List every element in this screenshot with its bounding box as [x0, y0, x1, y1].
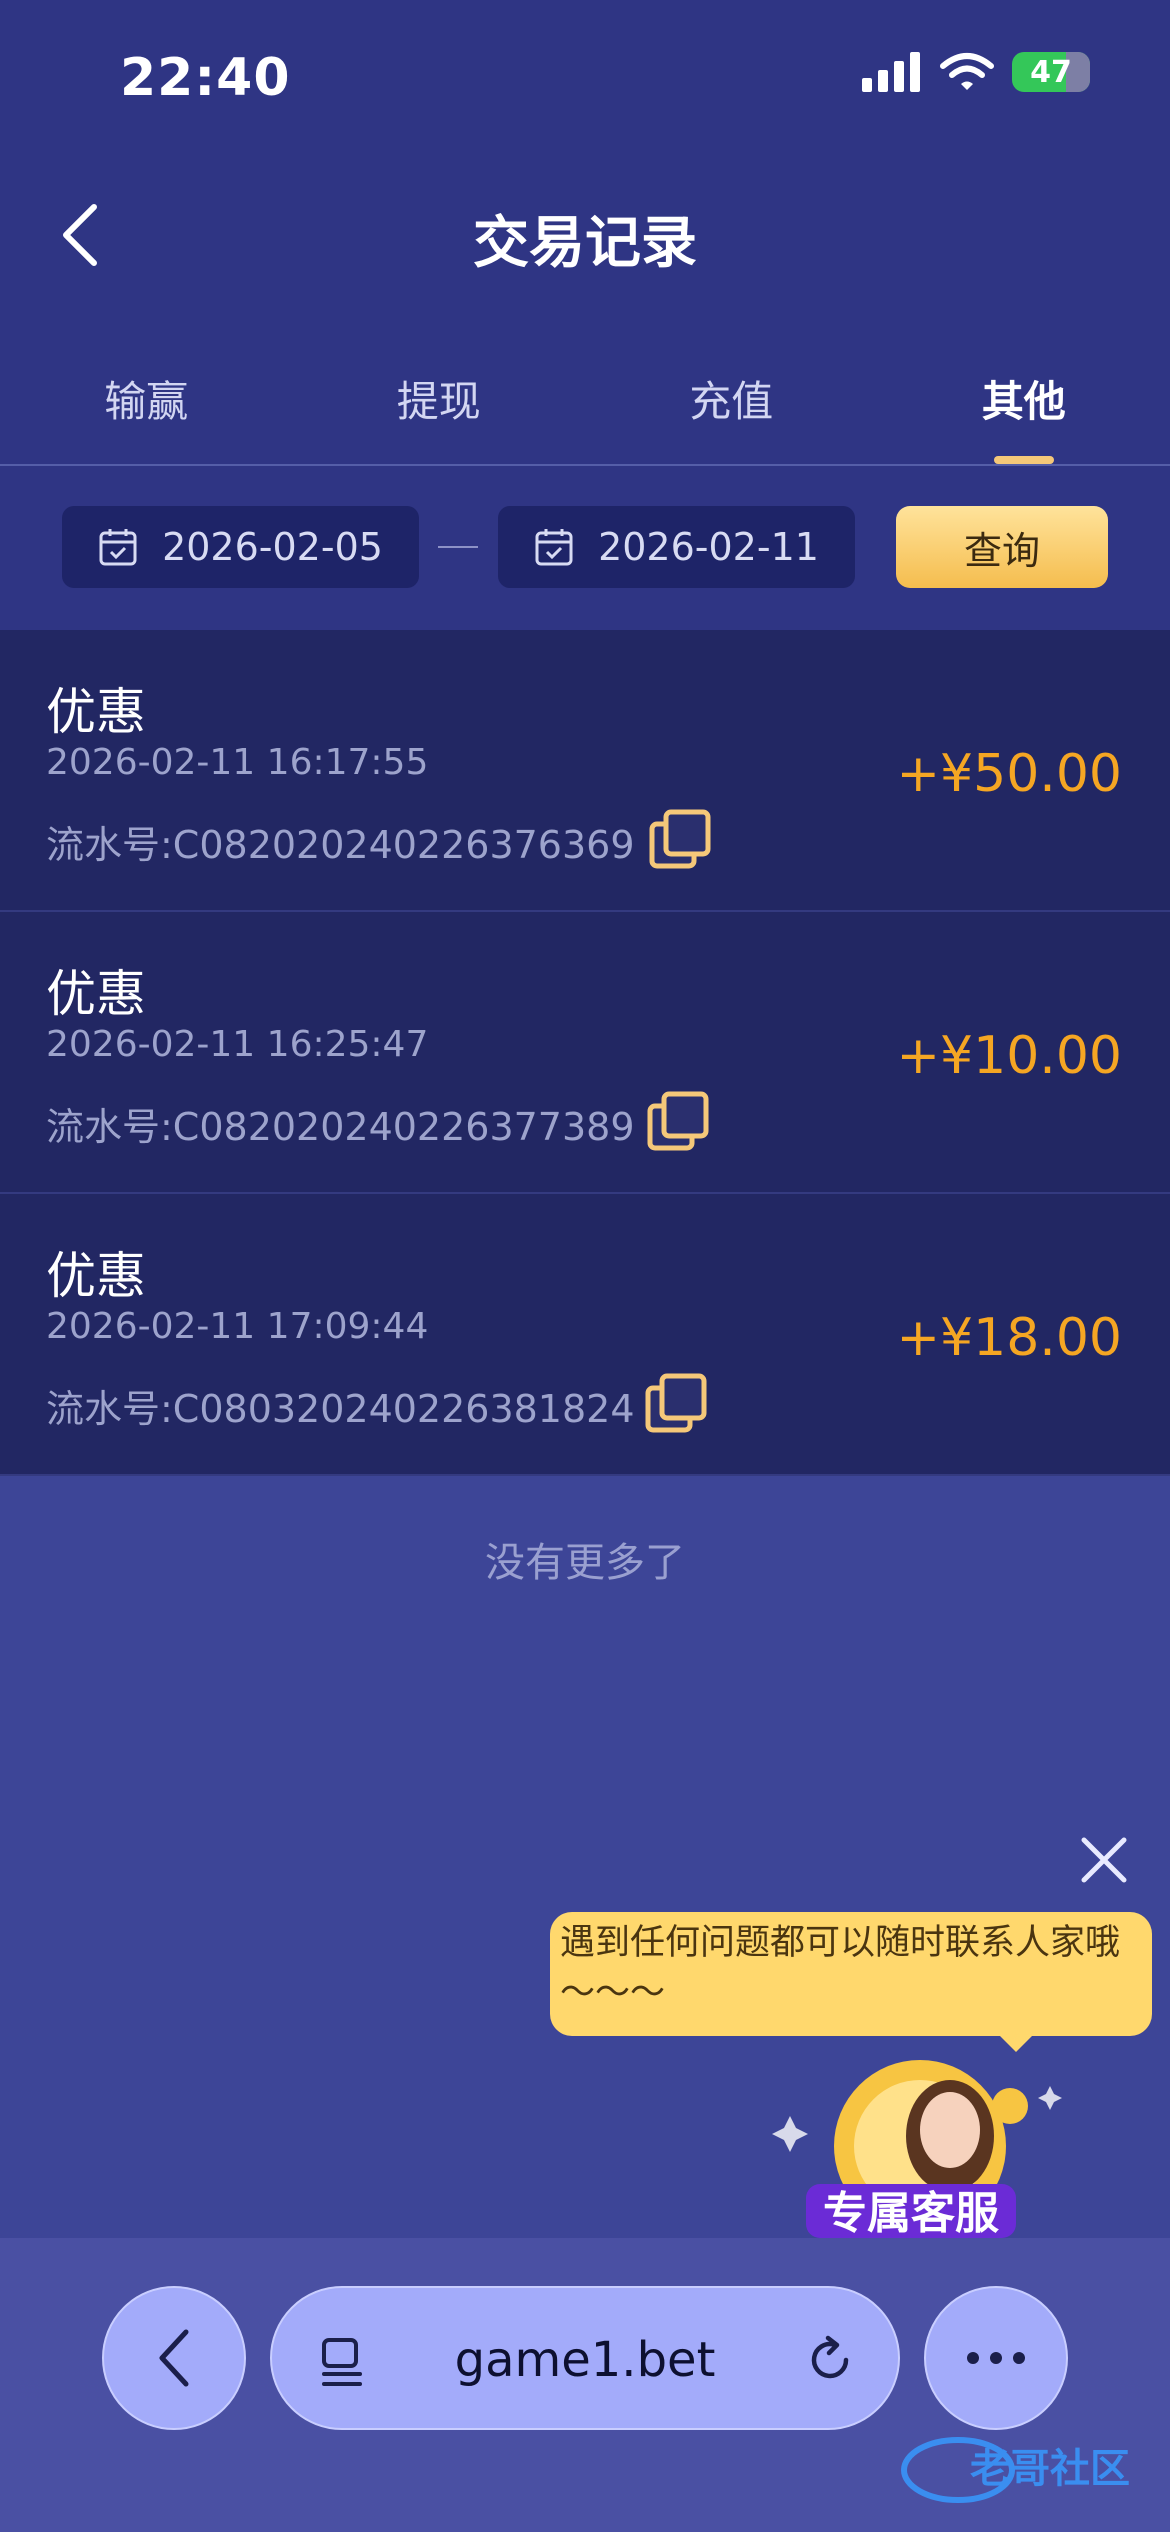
transaction-row: 优惠 2026-02-11 16:25:47 流水号:C082020240226…	[0, 912, 1170, 1194]
end-date-value: 2026-02-11	[598, 525, 819, 569]
transaction-time: 2026-02-11 17:09:44	[46, 1306, 429, 1347]
copy-icon[interactable]	[646, 1090, 710, 1154]
more-icon	[967, 2352, 1025, 2364]
tab-withdraw[interactable]: 提现	[293, 360, 586, 464]
transaction-amount: +¥50.00	[896, 744, 1122, 804]
transaction-row: 优惠 2026-02-11 17:09:44 流水号:C080320240226…	[0, 1194, 1170, 1476]
more-options-button[interactable]	[924, 2286, 1068, 2430]
page-title: 交易记录	[473, 211, 697, 276]
date-filter: 2026-02-05 2026-02-11 查询	[0, 466, 1170, 630]
date-range-separator	[438, 546, 478, 548]
signal-icon	[862, 52, 920, 92]
close-icon[interactable]	[1078, 1834, 1130, 1886]
end-date-picker[interactable]: 2026-02-11	[498, 506, 855, 588]
status-icons: 47	[862, 52, 1090, 92]
transaction-amount: +¥18.00	[896, 1308, 1122, 1368]
tab-label: 输赢	[104, 377, 189, 426]
support-avatar-button[interactable]: 专属客服	[770, 2046, 1090, 2238]
support-avatar-illustration: 专属客服	[772, 2060, 1062, 2238]
watermark-logo: 老哥社区	[901, 2437, 1130, 2503]
copy-icon[interactable]	[644, 1372, 708, 1436]
transaction-type: 优惠	[46, 1247, 146, 1305]
query-button[interactable]: 查询	[896, 506, 1108, 588]
transaction-time: 2026-02-11 16:17:55	[46, 742, 429, 783]
support-badge-text: 专属客服	[823, 2188, 999, 2238]
copy-icon[interactable]	[648, 808, 712, 872]
browser-back-button[interactable]	[102, 2286, 246, 2430]
start-date-value: 2026-02-05	[162, 525, 383, 569]
chevron-left-icon	[159, 2329, 189, 2387]
calendar-icon	[535, 529, 573, 566]
transaction-type: 优惠	[46, 965, 146, 1023]
tab-label: 其他	[981, 377, 1066, 426]
tab-bar: 输赢 提现 充值 其他	[0, 360, 1170, 466]
battery-icon: 47	[1012, 52, 1090, 92]
transaction-serial: 流水号:C080320240226381824	[46, 1387, 635, 1431]
transaction-serial: 流水号:C082020240226376369	[46, 823, 635, 867]
reload-icon[interactable]	[804, 2334, 856, 2386]
battery-level: 47	[1030, 54, 1072, 90]
transaction-time: 2026-02-11 16:25:47	[46, 1024, 429, 1065]
wifi-icon	[940, 53, 994, 90]
address-bar[interactable]: game1.bet	[270, 2286, 900, 2430]
watermark-text: 老哥社区	[970, 2446, 1130, 2492]
support-bubble[interactable]: 遇到任何问题都可以随时联系人家哦～～～	[550, 1912, 1152, 2036]
transaction-type: 优惠	[46, 683, 146, 741]
tab-win-loss[interactable]: 输赢	[0, 360, 293, 464]
transaction-amount: +¥10.00	[896, 1026, 1122, 1086]
tab-deposit[interactable]: 充值	[585, 360, 878, 464]
transaction-serial: 流水号:C082020240226377389	[46, 1105, 635, 1149]
active-tab-indicator	[993, 456, 1054, 464]
tab-other[interactable]: 其他	[878, 360, 1170, 464]
status-time: 22:40	[120, 48, 291, 108]
transaction-row: 优惠 2026-02-11 16:17:55 流水号:C082020240226…	[0, 630, 1170, 912]
tab-label: 提现	[396, 377, 481, 426]
no-more-text: 没有更多了	[485, 1540, 685, 1586]
transaction-list: 优惠 2026-02-11 16:17:55 流水号:C082020240226…	[0, 630, 1170, 1476]
calendar-icon	[99, 529, 137, 566]
tab-label: 充值	[689, 377, 774, 426]
start-date-picker[interactable]: 2026-02-05	[62, 506, 419, 588]
